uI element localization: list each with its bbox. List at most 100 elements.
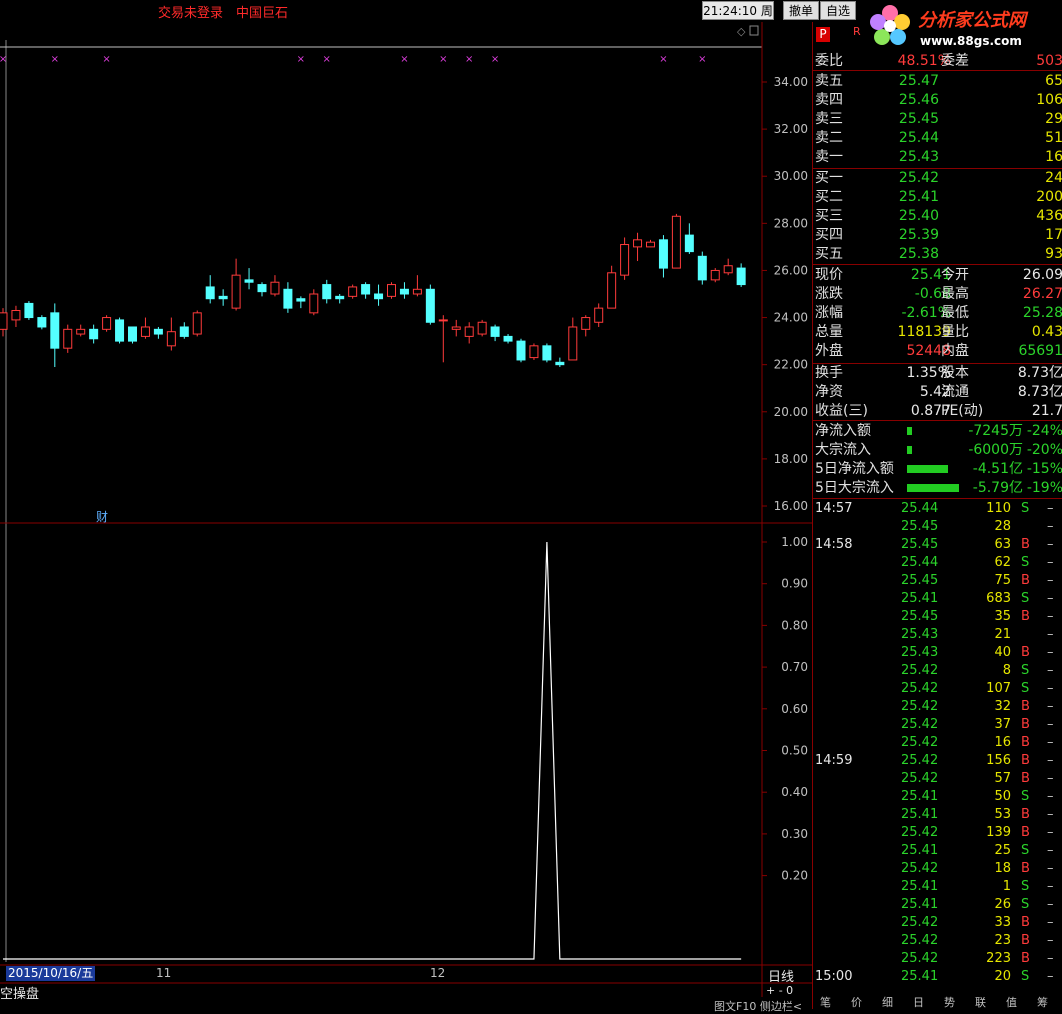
- chart-area[interactable]: ◇ 34.00 32.00 30.00 28.00 26.00 24.00 22.00 20.…: [0, 22, 812, 997]
- tick-row[interactable]: 25.42 107 S –: [813, 680, 1062, 698]
- candle[interactable]: [257, 282, 267, 297]
- candle[interactable]: [218, 289, 228, 306]
- bid-level-row[interactable]: 买五 25.38 93: [813, 245, 1062, 264]
- zoom-controls[interactable]: + - 0: [766, 984, 793, 997]
- tick-row[interactable]: 25.41 26 S –: [813, 896, 1062, 914]
- tick-row[interactable]: 25.42 18 B –: [813, 860, 1062, 878]
- candle[interactable]: [425, 284, 435, 325]
- candle[interactable]: [361, 282, 371, 299]
- watchlist-button[interactable]: 自选: [820, 1, 856, 20]
- bottom-tab[interactable]: 细: [882, 997, 893, 1009]
- tick-row[interactable]: 25.41 683 S –: [813, 590, 1062, 608]
- tick-row[interactable]: 25.41 1 S –: [813, 878, 1062, 896]
- candle[interactable]: [607, 265, 617, 309]
- candle[interactable]: [244, 268, 254, 290]
- candle[interactable]: [620, 237, 630, 280]
- candle[interactable]: [89, 324, 99, 344]
- candle[interactable]: [464, 322, 474, 344]
- candle[interactable]: [412, 275, 422, 297]
- candle[interactable]: [283, 282, 293, 313]
- bid-level-row[interactable]: 买四 25.39 17: [813, 226, 1062, 245]
- candle[interactable]: [348, 284, 358, 299]
- candle[interactable]: [153, 326, 163, 339]
- candle[interactable]: [710, 268, 720, 283]
- tick-row[interactable]: 25.41 53 B –: [813, 806, 1062, 824]
- tick-row[interactable]: 15:00 25.41 20 S –: [813, 968, 1062, 986]
- tick-row[interactable]: 25.42 32 B –: [813, 698, 1062, 716]
- tick-row[interactable]: 25.42 8 S –: [813, 662, 1062, 680]
- candle[interactable]: [322, 279, 332, 304]
- candle[interactable]: [205, 275, 215, 304]
- bottom-tab[interactable]: 值: [1006, 997, 1017, 1009]
- bottom-tab[interactable]: 联: [975, 997, 986, 1009]
- tick-row[interactable]: 25.44 62 S –: [813, 554, 1062, 572]
- candle[interactable]: [555, 357, 565, 368]
- tick-row[interactable]: 25.45 75 B –: [813, 572, 1062, 590]
- tick-row[interactable]: 25.45 35 B –: [813, 608, 1062, 626]
- candle[interactable]: [438, 315, 448, 363]
- candle[interactable]: [270, 275, 280, 297]
- bottom-tab[interactable]: 价: [851, 997, 862, 1009]
- candle[interactable]: [658, 235, 668, 278]
- candle[interactable]: [516, 338, 526, 363]
- candle[interactable]: [179, 322, 189, 339]
- candle[interactable]: [128, 326, 137, 344]
- bottom-tab[interactable]: 筹: [1037, 997, 1048, 1009]
- tick-row[interactable]: 25.42 16 B –: [813, 734, 1062, 752]
- candle[interactable]: [736, 263, 746, 287]
- candle[interactable]: [37, 315, 47, 330]
- bottom-tab[interactable]: 势: [944, 997, 955, 1009]
- ask-level-row[interactable]: 卖四 25.46 106: [813, 91, 1062, 110]
- candle[interactable]: [166, 317, 176, 351]
- ask-level-row[interactable]: 卖五 25.47 65: [813, 72, 1062, 91]
- p-badge[interactable]: P: [816, 27, 830, 42]
- tick-row[interactable]: 14:59 25.42 156 B –: [813, 752, 1062, 770]
- pane-maximize-icon[interactable]: [749, 25, 759, 36]
- ask-level-row[interactable]: 卖二 25.44 51: [813, 129, 1062, 148]
- candle[interactable]: [115, 317, 125, 344]
- tick-row[interactable]: 25.43 40 B –: [813, 644, 1062, 662]
- bottom-tab[interactable]: 笔: [820, 997, 831, 1009]
- candle[interactable]: [140, 317, 150, 339]
- candle[interactable]: [581, 315, 591, 337]
- tick-row[interactable]: 25.42 33 B –: [813, 914, 1062, 932]
- candle[interactable]: [542, 343, 552, 363]
- candle[interactable]: [568, 317, 578, 361]
- candle[interactable]: [374, 284, 384, 306]
- tick-row[interactable]: 25.42 139 B –: [813, 824, 1062, 842]
- candle[interactable]: [309, 289, 319, 316]
- candle[interactable]: [24, 301, 34, 320]
- candle[interactable]: [684, 223, 694, 254]
- ask-level-row[interactable]: 卖三 25.45 29: [813, 110, 1062, 129]
- f10-sidebar-link[interactable]: 图文F10 侧边栏<: [714, 998, 802, 1014]
- tick-row[interactable]: 25.45 28 –: [813, 518, 1062, 536]
- candle[interactable]: [387, 282, 396, 299]
- candle[interactable]: [102, 315, 112, 332]
- candle[interactable]: [490, 324, 500, 342]
- candle[interactable]: [594, 303, 604, 327]
- candle[interactable]: [477, 319, 487, 337]
- candle[interactable]: [697, 251, 707, 285]
- tick-row[interactable]: 25.41 50 S –: [813, 788, 1062, 806]
- tick-row[interactable]: 25.42 223 B –: [813, 950, 1062, 968]
- tick-row[interactable]: 14:58 25.45 63 B –: [813, 536, 1062, 554]
- tick-row[interactable]: 25.42 37 B –: [813, 716, 1062, 734]
- candle[interactable]: [296, 296, 306, 309]
- candle[interactable]: [76, 324, 86, 337]
- candle[interactable]: [11, 305, 21, 327]
- ask-level-row[interactable]: 卖一 25.43 16: [813, 148, 1062, 167]
- pane-diamond-icon[interactable]: ◇: [737, 25, 746, 38]
- tick-row[interactable]: 25.43 21 –: [813, 626, 1062, 644]
- candle[interactable]: [192, 310, 202, 337]
- candle[interactable]: [451, 319, 461, 337]
- finance-badge[interactable]: 财: [96, 508, 108, 525]
- candle[interactable]: [399, 282, 409, 299]
- bid-level-row[interactable]: 买二 25.41 200: [813, 188, 1062, 207]
- bid-level-row[interactable]: 买三 25.40 436: [813, 207, 1062, 226]
- candle[interactable]: [335, 294, 345, 304]
- candle[interactable]: [50, 303, 60, 368]
- candle[interactable]: [63, 324, 73, 353]
- candle[interactable]: [723, 258, 733, 276]
- candle[interactable]: [231, 258, 241, 311]
- bottom-tab[interactable]: 日: [913, 997, 924, 1009]
